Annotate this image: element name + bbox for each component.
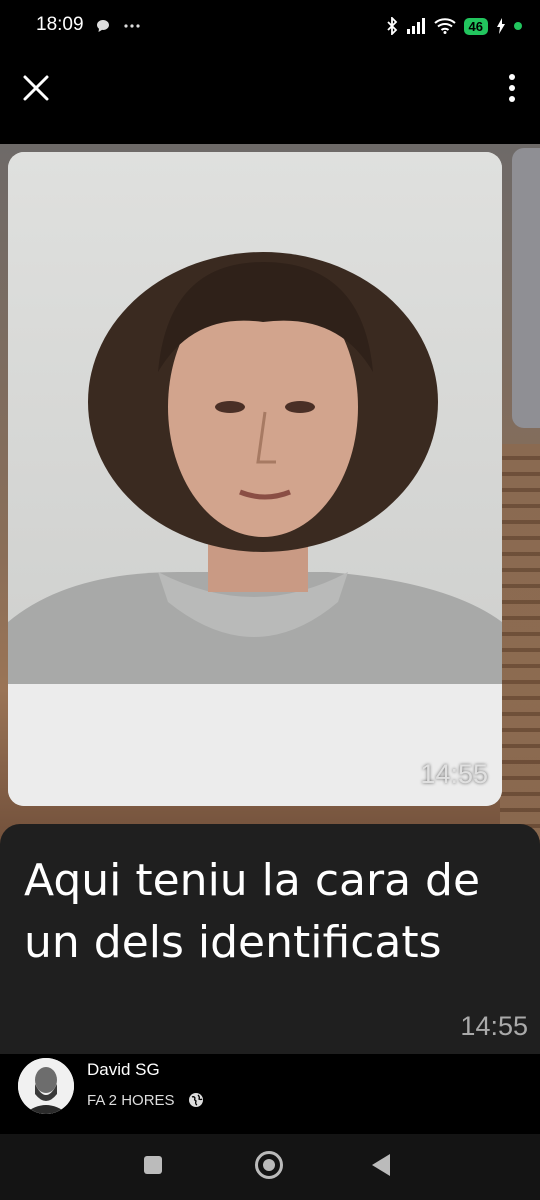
status-left-icons [96, 16, 141, 34]
privacy-indicator-dot [514, 22, 522, 30]
charging-icon [497, 18, 505, 34]
author-bar: David SG FA 2 HORES [0, 1054, 540, 1134]
home-circle-icon[interactable] [255, 1151, 283, 1179]
wifi-icon [433, 18, 456, 34]
signal-icon [406, 18, 425, 34]
author-name[interactable]: David SG [87, 1060, 160, 1080]
more-dots-icon [124, 23, 140, 28]
portrait-illustration [8, 252, 502, 684]
system-nav-bar [0, 1134, 540, 1200]
globe-icon [189, 1093, 203, 1107]
photo-timestamp: 14:55 [420, 759, 488, 789]
status-right-icons: 46 [386, 13, 522, 39]
battery-icon: 46 [463, 17, 488, 35]
photo-message[interactable]: 14:55 [8, 152, 502, 806]
more-vertical-icon [509, 74, 515, 102]
caption-message[interactable]: Aqui teniu la cara de un dels identifica… [0, 824, 540, 1054]
back-triangle-icon[interactable] [372, 1154, 390, 1176]
photo-image [8, 152, 502, 684]
next-story-preview[interactable] [512, 148, 540, 428]
avatar[interactable] [18, 1058, 74, 1114]
story-toolbar [0, 52, 540, 144]
caption-timestamp: 14:55 [460, 1011, 528, 1041]
bluetooth-icon [386, 17, 397, 35]
more-options-button[interactable] [502, 70, 522, 106]
close-icon [23, 75, 49, 101]
avatar-image [18, 1058, 74, 1114]
status-time: 18:09 [36, 14, 84, 35]
chat-bubble-icon [97, 19, 109, 32]
status-bar: 18:09 46 [0, 0, 540, 52]
post-time: FA 2 HORES [87, 1092, 175, 1109]
caption-text: Aqui teniu la cara de un dels identifica… [24, 855, 481, 968]
close-button[interactable] [18, 70, 54, 106]
recents-square-icon[interactable] [144, 1156, 162, 1174]
